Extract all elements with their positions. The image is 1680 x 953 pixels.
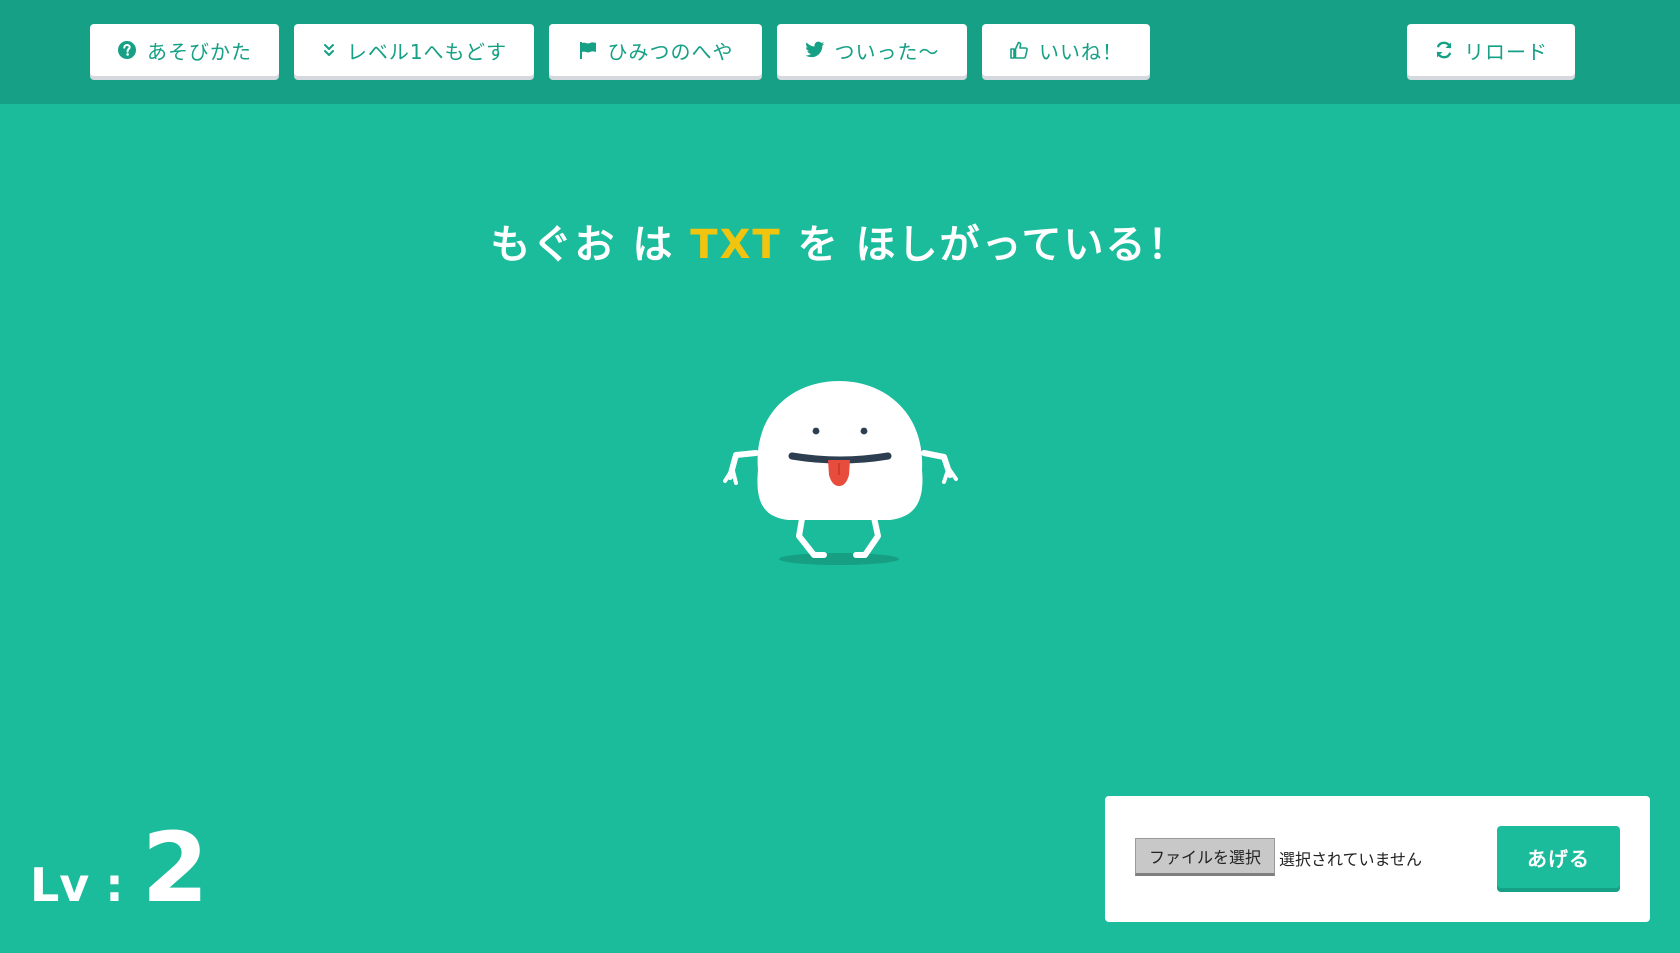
- monster-mouth: [788, 452, 892, 464]
- thumbs-up-icon: [1009, 40, 1029, 60]
- monster-body: [757, 381, 923, 520]
- upload-panel: ファイルを選択 選択されていません あげる: [1105, 796, 1650, 922]
- reload-button[interactable]: リロード: [1407, 24, 1575, 76]
- tweet-button[interactable]: ついった〜: [777, 24, 967, 76]
- file-status-text: 選択されていません: [1279, 850, 1423, 869]
- top-navigation-bar: あそびかた レベル1へもどす ひみつのへや ついった〜 いいね！ リロード: [0, 0, 1680, 104]
- secret-room-label: ひみつのへや: [607, 39, 734, 64]
- howto-button[interactable]: あそびかた: [90, 24, 279, 76]
- like-label: いいね！: [1039, 39, 1123, 64]
- wish-headline: もぐお は TXT を ほしがっている！: [0, 212, 1680, 270]
- flag-icon: [578, 40, 598, 60]
- tweet-label: ついった〜: [834, 39, 940, 64]
- like-button[interactable]: いいね！: [982, 24, 1150, 76]
- refresh-icon: [1434, 40, 1454, 60]
- double-chevron-down-icon: [321, 42, 337, 58]
- monster-shadow: [779, 553, 899, 565]
- headline-prefix: もぐお は: [490, 222, 691, 268]
- wanted-file-type: TXT: [690, 222, 782, 268]
- choose-file-button[interactable]: ファイルを選択: [1135, 838, 1275, 876]
- level-indicator: Lv : 2: [30, 820, 209, 916]
- reset-level-button[interactable]: レベル1へもどす: [294, 24, 534, 76]
- monster-right-eye: [860, 427, 868, 435]
- howto-label: あそびかた: [147, 39, 252, 64]
- give-button[interactable]: あげる: [1497, 826, 1620, 888]
- twitter-bird-icon: [804, 41, 825, 59]
- level-value: 2: [141, 812, 209, 924]
- monster-left-eye: [812, 427, 820, 435]
- reload-label: リロード: [1464, 39, 1548, 64]
- mogu-monster-character: [720, 375, 960, 575]
- secret-room-button[interactable]: ひみつのへや: [549, 24, 762, 76]
- level-label: Lv :: [30, 858, 124, 912]
- question-circle-icon: [117, 40, 137, 60]
- reset-level-label: レベル1へもどす: [346, 39, 508, 64]
- headline-suffix: を ほしがっている！: [781, 222, 1190, 268]
